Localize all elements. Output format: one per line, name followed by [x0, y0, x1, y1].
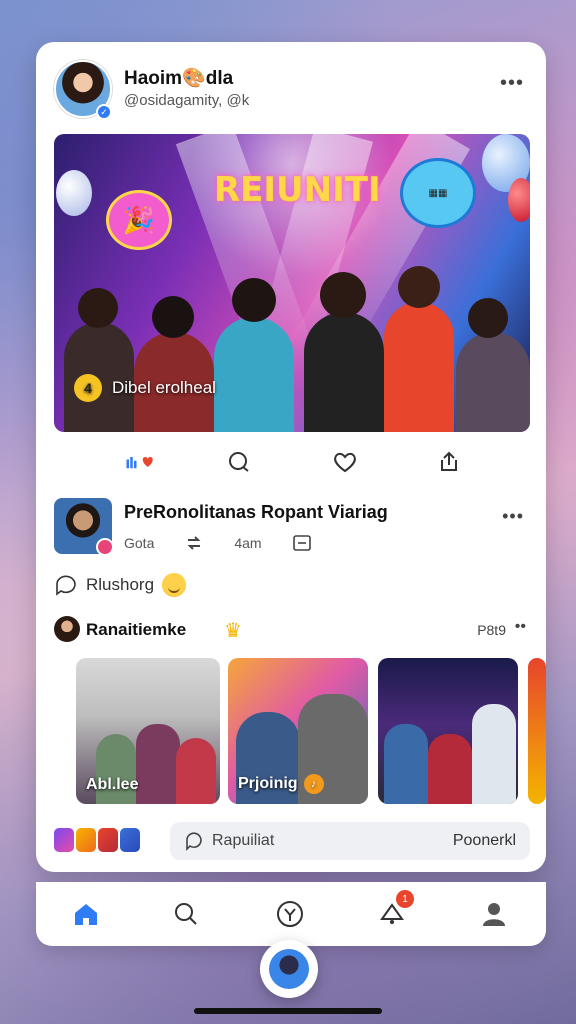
compose-placeholder: Rapuiliat — [212, 832, 275, 849]
comment-count: Gota — [124, 535, 155, 551]
post-actions — [54, 442, 530, 482]
reply-row[interactable]: Rlushorg — [54, 570, 187, 600]
gallery-thumb[interactable]: Prjoinig ♪ — [228, 658, 368, 804]
balloon — [56, 170, 92, 216]
thumb-label: Abl.lee — [86, 776, 139, 793]
post-card: ✓ Haoim🎨dla @osidagamity, @k ••• REIUNIT… — [36, 42, 546, 872]
profile-icon[interactable] — [476, 896, 512, 932]
heart-icon[interactable] — [330, 448, 360, 476]
more-horizontal-icon[interactable]: •• — [515, 618, 526, 636]
gallery-thumb[interactable] — [378, 658, 518, 804]
author-handle: @osidagamity, @k — [124, 92, 250, 109]
gallery-thumb[interactable]: Abl.lee — [76, 658, 220, 804]
smile-emoji-icon — [162, 573, 187, 597]
app-icon[interactable] — [98, 828, 118, 852]
post-header: ✓ Haoim🎨dla @osidagamity, @k ••• — [54, 60, 528, 120]
create-icon[interactable] — [272, 896, 308, 932]
hero-caption: 4 Dibel erolheal — [74, 374, 216, 402]
music-icon: ♪ — [303, 774, 324, 794]
compose-action[interactable]: Poonerkl — [453, 832, 516, 850]
gallery-header: Ranaitiemke ♛ P8t9 •• — [54, 616, 528, 644]
message-square-icon[interactable] — [292, 534, 312, 552]
thumb-label-text: Prjoinig — [238, 775, 298, 792]
composer: Rapuiliat Poonerkl — [54, 822, 530, 862]
gallery-thumb[interactable] — [528, 658, 546, 804]
app-icon[interactable] — [54, 828, 74, 852]
compose-input[interactable]: Rapuiliat Poonerkl — [170, 822, 530, 860]
hero-image[interactable]: REIUNITI 🎉 ▦▦ ▦▦ 4 Dibel erolheal — [54, 134, 530, 432]
search-icon[interactable] — [168, 896, 204, 932]
floating-action-button[interactable] — [260, 940, 318, 998]
home-icon[interactable] — [68, 896, 104, 932]
share-icon[interactable] — [434, 448, 464, 476]
comment-title[interactable]: PreRonolitanas Ropant Viariag — [124, 502, 388, 523]
author-name[interactable]: Haoim🎨dla — [124, 66, 233, 90]
commenter-avatar[interactable] — [54, 498, 114, 556]
pen-icon — [186, 832, 202, 851]
reply-label: Rlushorg — [86, 575, 155, 594]
speech-bubble-left: 🎉 — [106, 190, 172, 250]
gallery-title[interactable]: Ranaitiemke — [86, 620, 186, 640]
comment-time: 4am — [234, 535, 262, 551]
app-icon[interactable] — [76, 828, 96, 852]
more-horizontal-icon[interactable]: ••• — [502, 506, 524, 527]
bottom-nav: 1 — [36, 882, 546, 946]
caption-badge: 4 — [74, 374, 102, 402]
home-indicator — [194, 1008, 382, 1014]
badge-icon — [96, 538, 114, 556]
like-reactions-icon[interactable] — [124, 448, 154, 476]
more-horizontal-icon[interactable]: ••• — [500, 72, 524, 95]
balloon — [508, 178, 530, 222]
gallery-count: P8t9 — [477, 622, 506, 638]
thumb-label: Prjoinig ♪ — [238, 774, 324, 794]
hero-caption-text: Dibel erolheal — [112, 378, 216, 397]
speech-bubble-right: ▦▦ — [400, 158, 476, 228]
notification-badge: 1 — [396, 890, 414, 908]
comment-icon[interactable] — [224, 448, 254, 476]
app-icons — [54, 828, 140, 852]
app-icon[interactable] — [120, 828, 140, 852]
crowd-illustration — [54, 262, 530, 432]
hero-title: REIUNITI — [214, 170, 381, 210]
globe-icon — [269, 949, 309, 989]
notifications-icon[interactable]: 1 — [374, 890, 414, 932]
crown-icon: ♛ — [224, 620, 242, 642]
verified-badge-icon: ✓ — [96, 104, 112, 120]
gallery-avatar[interactable] — [54, 616, 80, 642]
comment-meta: Gota 4am — [124, 534, 312, 552]
speech-bubble-icon — [56, 575, 76, 596]
comment-item: PreRonolitanas Ropant Viariag Gota 4am •… — [54, 498, 528, 562]
repost-icon[interactable] — [184, 534, 204, 552]
